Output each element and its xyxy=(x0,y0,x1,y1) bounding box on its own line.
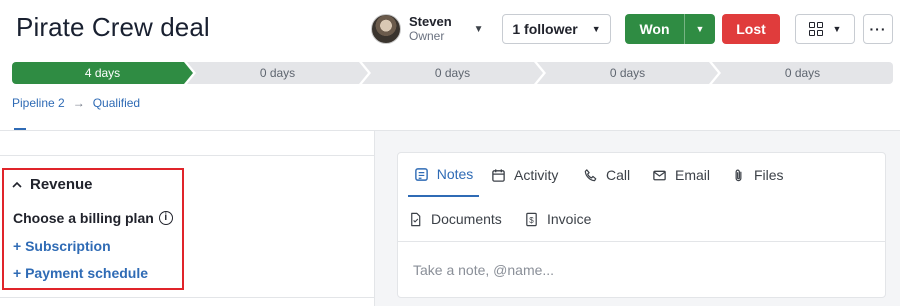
pipeline-stage-1[interactable]: 4 days xyxy=(12,62,193,84)
dollar-document-icon: $ xyxy=(526,212,537,226)
pipeline-stages: 4 days 0 days 0 days 0 days 0 days xyxy=(12,62,893,84)
tab-email[interactable]: Email xyxy=(652,153,710,197)
more-options-button[interactable]: ··· xyxy=(863,14,893,44)
view-options-button[interactable]: ▼ xyxy=(795,14,855,44)
won-label[interactable]: Won xyxy=(625,21,684,37)
pipeline-stage-5[interactable]: 0 days xyxy=(712,62,893,84)
avatar xyxy=(371,14,401,44)
document-icon xyxy=(411,212,421,226)
tab-invoice[interactable]: $ Invoice xyxy=(524,197,591,241)
pipeline-stage-2[interactable]: 0 days xyxy=(187,62,368,84)
chevron-up-icon xyxy=(12,181,22,188)
calendar-icon xyxy=(492,168,505,182)
tab-label: Files xyxy=(754,167,784,183)
owner-name: Steven xyxy=(409,14,452,29)
deal-title: Pirate Crew deal xyxy=(16,12,210,42)
tab-notes[interactable]: Notes xyxy=(408,153,479,197)
add-subscription-link[interactable]: + Subscription xyxy=(13,238,111,254)
breadcrumb-pipeline[interactable]: Pipeline 2 xyxy=(12,96,65,110)
lost-button[interactable]: Lost xyxy=(722,14,780,44)
owner-selector[interactable]: Steven Owner ▼ xyxy=(371,12,484,46)
arrow-right-icon: → xyxy=(72,96,85,110)
paperclip-icon xyxy=(735,169,742,181)
tab-label: Call xyxy=(606,167,631,183)
divider xyxy=(0,297,374,298)
divider xyxy=(398,241,885,242)
follower-label: 1 follower xyxy=(512,21,578,37)
chevron-down-icon[interactable]: ▼ xyxy=(685,24,715,34)
breadcrumb-stage[interactable]: Qualified xyxy=(93,96,140,110)
tab-documents[interactable]: Documents xyxy=(408,197,502,241)
billing-plan-text: Choose a billing plan xyxy=(13,210,154,226)
owner-role: Owner xyxy=(409,29,445,43)
chevron-down-icon: ▼ xyxy=(832,24,842,34)
follower-button[interactable]: 1 follower ▼ xyxy=(502,14,611,44)
pipeline-stage-4[interactable]: 0 days xyxy=(537,62,718,84)
billing-plan-label: Choose a billing plan i xyxy=(13,210,173,226)
tab-label: Notes xyxy=(436,166,474,182)
tab-call[interactable]: Call xyxy=(583,153,630,197)
notes-icon xyxy=(414,167,428,181)
envelope-icon xyxy=(653,170,666,180)
add-payment-schedule-link[interactable]: + Payment schedule xyxy=(13,265,148,281)
won-button[interactable]: Won ▼ xyxy=(625,14,715,44)
chevron-down-icon: ▼ xyxy=(591,24,601,34)
tab-activity[interactable]: Activity xyxy=(491,153,558,197)
note-input[interactable]: Take a note, @name... xyxy=(413,262,554,278)
tab-label: Invoice xyxy=(547,211,592,227)
owner-info: Steven Owner xyxy=(409,14,452,44)
pipeline-stage-3[interactable]: 0 days xyxy=(362,62,543,84)
divider xyxy=(0,155,374,156)
deal-page: Pirate Crew deal Steven Owner ▼ 1 follow… xyxy=(0,0,900,306)
tab-files[interactable]: Files xyxy=(731,153,784,197)
tab-label: Documents xyxy=(431,211,502,227)
info-icon[interactable]: i xyxy=(158,211,173,225)
revenue-title: Revenue xyxy=(30,176,93,193)
chevron-down-icon[interactable]: ▼ xyxy=(474,24,484,35)
svg-text:$: $ xyxy=(529,215,534,224)
grid-layout-icon xyxy=(808,22,823,36)
phone-icon xyxy=(584,168,597,181)
tab-label: Email xyxy=(675,167,711,183)
breadcrumb: Pipeline 2 → Qualified xyxy=(12,96,140,110)
sidebar-section-marker xyxy=(14,128,26,130)
tab-label: Activity xyxy=(514,167,559,183)
revenue-section-header[interactable]: Revenue xyxy=(12,176,93,193)
